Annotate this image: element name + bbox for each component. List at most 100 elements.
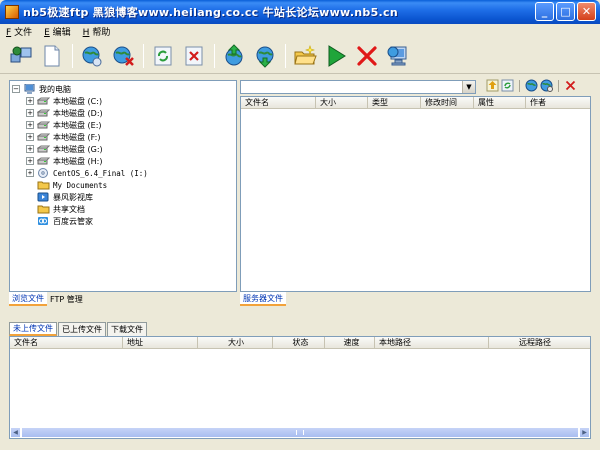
tab-ftp-manage[interactable]: FTP 管理 [47,292,86,306]
disconnect-button[interactable] [110,43,136,69]
column-header-author[interactable]: 作者 [526,97,590,108]
delete-button[interactable] [181,43,207,69]
computer-icon [24,84,35,94]
expand-toggle[interactable]: + [26,121,34,129]
close-icon [565,80,576,91]
tree-item-label: 暴风影视库 [53,192,93,202]
expand-toggle[interactable]: + [26,157,34,165]
tree-item-drive-d[interactable]: + 本地磁盘 (D:) [12,107,236,119]
tab-uploaded[interactable]: 已上传文件 [58,322,106,336]
tree-item-label: CentOS_6.4_Final (I:) [53,168,148,178]
server-list-header: 文件名 大小 类型 修改时间 属性 作者 [241,97,590,109]
site-refresh-button[interactable] [79,43,105,69]
scroll-thumb[interactable] [21,427,579,438]
column-header-size[interactable]: 大小 [316,97,368,108]
server-upload-button[interactable] [486,79,499,92]
server-connect-button[interactable] [525,79,538,92]
column-header-address[interactable]: 地址 [123,337,198,348]
download-button[interactable] [252,43,278,69]
maximize-button[interactable]: □ [556,2,575,21]
tab-not-uploaded[interactable]: 未上传文件 [9,322,57,336]
scroll-left-button[interactable]: ◀ [10,427,21,438]
tree-item-label: 本地磁盘 (C:) [53,96,103,106]
tree-item-shared-docs[interactable]: 共享文档 [12,203,236,215]
open-folder-icon [294,44,317,64]
drive-icon [37,109,50,117]
delete-icon [185,46,203,65]
menu-help[interactable]: H 帮助 [77,25,117,38]
server-delete-button[interactable] [564,79,577,92]
tree-item-drive-c[interactable]: + 本地磁盘 (C:) [12,95,236,107]
network-icon [387,46,407,65]
left-tab-bar: 浏览文件 FTP 管理 [9,292,86,306]
column-header-speed[interactable]: 速度 [325,337,375,348]
refresh-icon [154,46,172,65]
refresh-button[interactable] [150,43,176,69]
window-title: nb5极速ftp 黑狼博客www.heilang.co.cc 牛站长论坛www.… [23,6,398,19]
server-refresh-button[interactable] [501,79,514,92]
tab-server-files[interactable]: 服务器文件 [240,292,286,306]
local-file-tree[interactable]: − 我的电脑 + 本地磁盘 (C:) + 本地磁盘 (D:) + 本地磁盘 (E… [9,80,237,292]
cloud-icon [38,217,48,225]
tree-item-drive-g[interactable]: + 本地磁盘 (G:) [12,143,236,155]
server-file-list[interactable]: 文件名 大小 类型 修改时间 属性 作者 [240,96,591,292]
collapse-toggle[interactable]: − [12,85,20,93]
upload-globe-icon [225,43,243,65]
column-header-remote-path[interactable]: 远程路径 [489,337,590,348]
connect-button[interactable] [8,43,34,69]
drive-icon [37,157,50,165]
expand-toggle[interactable]: + [26,109,34,117]
tree-item-drive-i[interactable]: + CentOS_6.4_Final (I:) [12,167,236,179]
dropdown-arrow-icon[interactable]: ▼ [462,81,475,93]
globe-disconnect-icon [540,79,553,92]
tab-browse-files[interactable]: 浏览文件 [9,292,47,306]
tree-item-label: 共享文档 [53,204,85,214]
tree-item-drive-f[interactable]: + 本地磁盘 (F:) [12,131,236,143]
tree-item-label: 本地磁盘 (D:) [53,108,103,118]
menu-file[interactable]: F 文件 [0,25,38,38]
tree-item-my-computer[interactable]: − 我的电脑 [12,83,236,95]
new-file-button[interactable] [39,43,65,69]
transfer-queue-list[interactable]: 文件名 地址 大小 状态 速度 本地路径 远程路径 ◀ ▶ [9,336,591,439]
column-header-filename[interactable]: 文件名 [10,337,123,348]
folder-icon [37,205,50,214]
minimize-button[interactable]: _ [535,2,554,21]
open-folder-button[interactable] [292,43,318,69]
tree-item-baidu-cloud[interactable]: 百度云管家 [12,215,236,227]
stop-transfer-button[interactable] [354,43,380,69]
tree-item-baofeng[interactable]: 暴风影视库 [12,191,236,203]
horizontal-scrollbar[interactable]: ◀ ▶ [10,427,590,438]
column-header-type[interactable]: 类型 [368,97,421,108]
cd-icon [38,168,48,178]
server-disconnect-button[interactable] [540,79,553,92]
network-button[interactable] [385,43,411,69]
column-header-status[interactable]: 状态 [273,337,325,348]
expand-toggle[interactable]: + [26,133,34,141]
menu-edit[interactable]: E 编辑 [38,25,77,38]
column-header-local-path[interactable]: 本地路径 [375,337,489,348]
server-path-combobox[interactable]: ▼ [240,80,476,94]
drive-icon [37,145,50,153]
tree-item-label: 本地磁盘 (H:) [53,156,103,166]
title-bar[interactable]: nb5极速ftp 黑狼博客www.heilang.co.cc 牛站长论坛www.… [0,0,600,24]
tab-downloads[interactable]: 下载文件 [107,322,147,336]
tree-item-label: 本地磁盘 (F:) [53,132,101,142]
column-header-size[interactable]: 大小 [198,337,273,348]
tree-item-drive-e[interactable]: + 本地磁盘 (E:) [12,119,236,131]
expand-toggle[interactable]: + [26,97,34,105]
start-transfer-button[interactable] [323,43,349,69]
transfer-tab-bar: 未上传文件 已上传文件 下载文件 [9,322,148,336]
column-header-attributes[interactable]: 属性 [474,97,526,108]
expand-toggle[interactable]: + [26,145,34,153]
window-controls: _ □ ✕ [535,2,596,21]
column-header-modified[interactable]: 修改时间 [421,97,474,108]
scroll-right-button[interactable]: ▶ [579,427,590,438]
column-header-filename[interactable]: 文件名 [241,97,316,108]
server-toolbar [486,79,577,92]
tree-item-drive-h[interactable]: + 本地磁盘 (H:) [12,155,236,167]
close-button[interactable]: ✕ [577,2,596,21]
tree-item-my-documents[interactable]: My Documents [12,179,236,191]
transfer-list-header: 文件名 地址 大小 状态 速度 本地路径 远程路径 [10,337,590,349]
expand-toggle[interactable]: + [26,169,34,177]
upload-button[interactable] [221,43,247,69]
